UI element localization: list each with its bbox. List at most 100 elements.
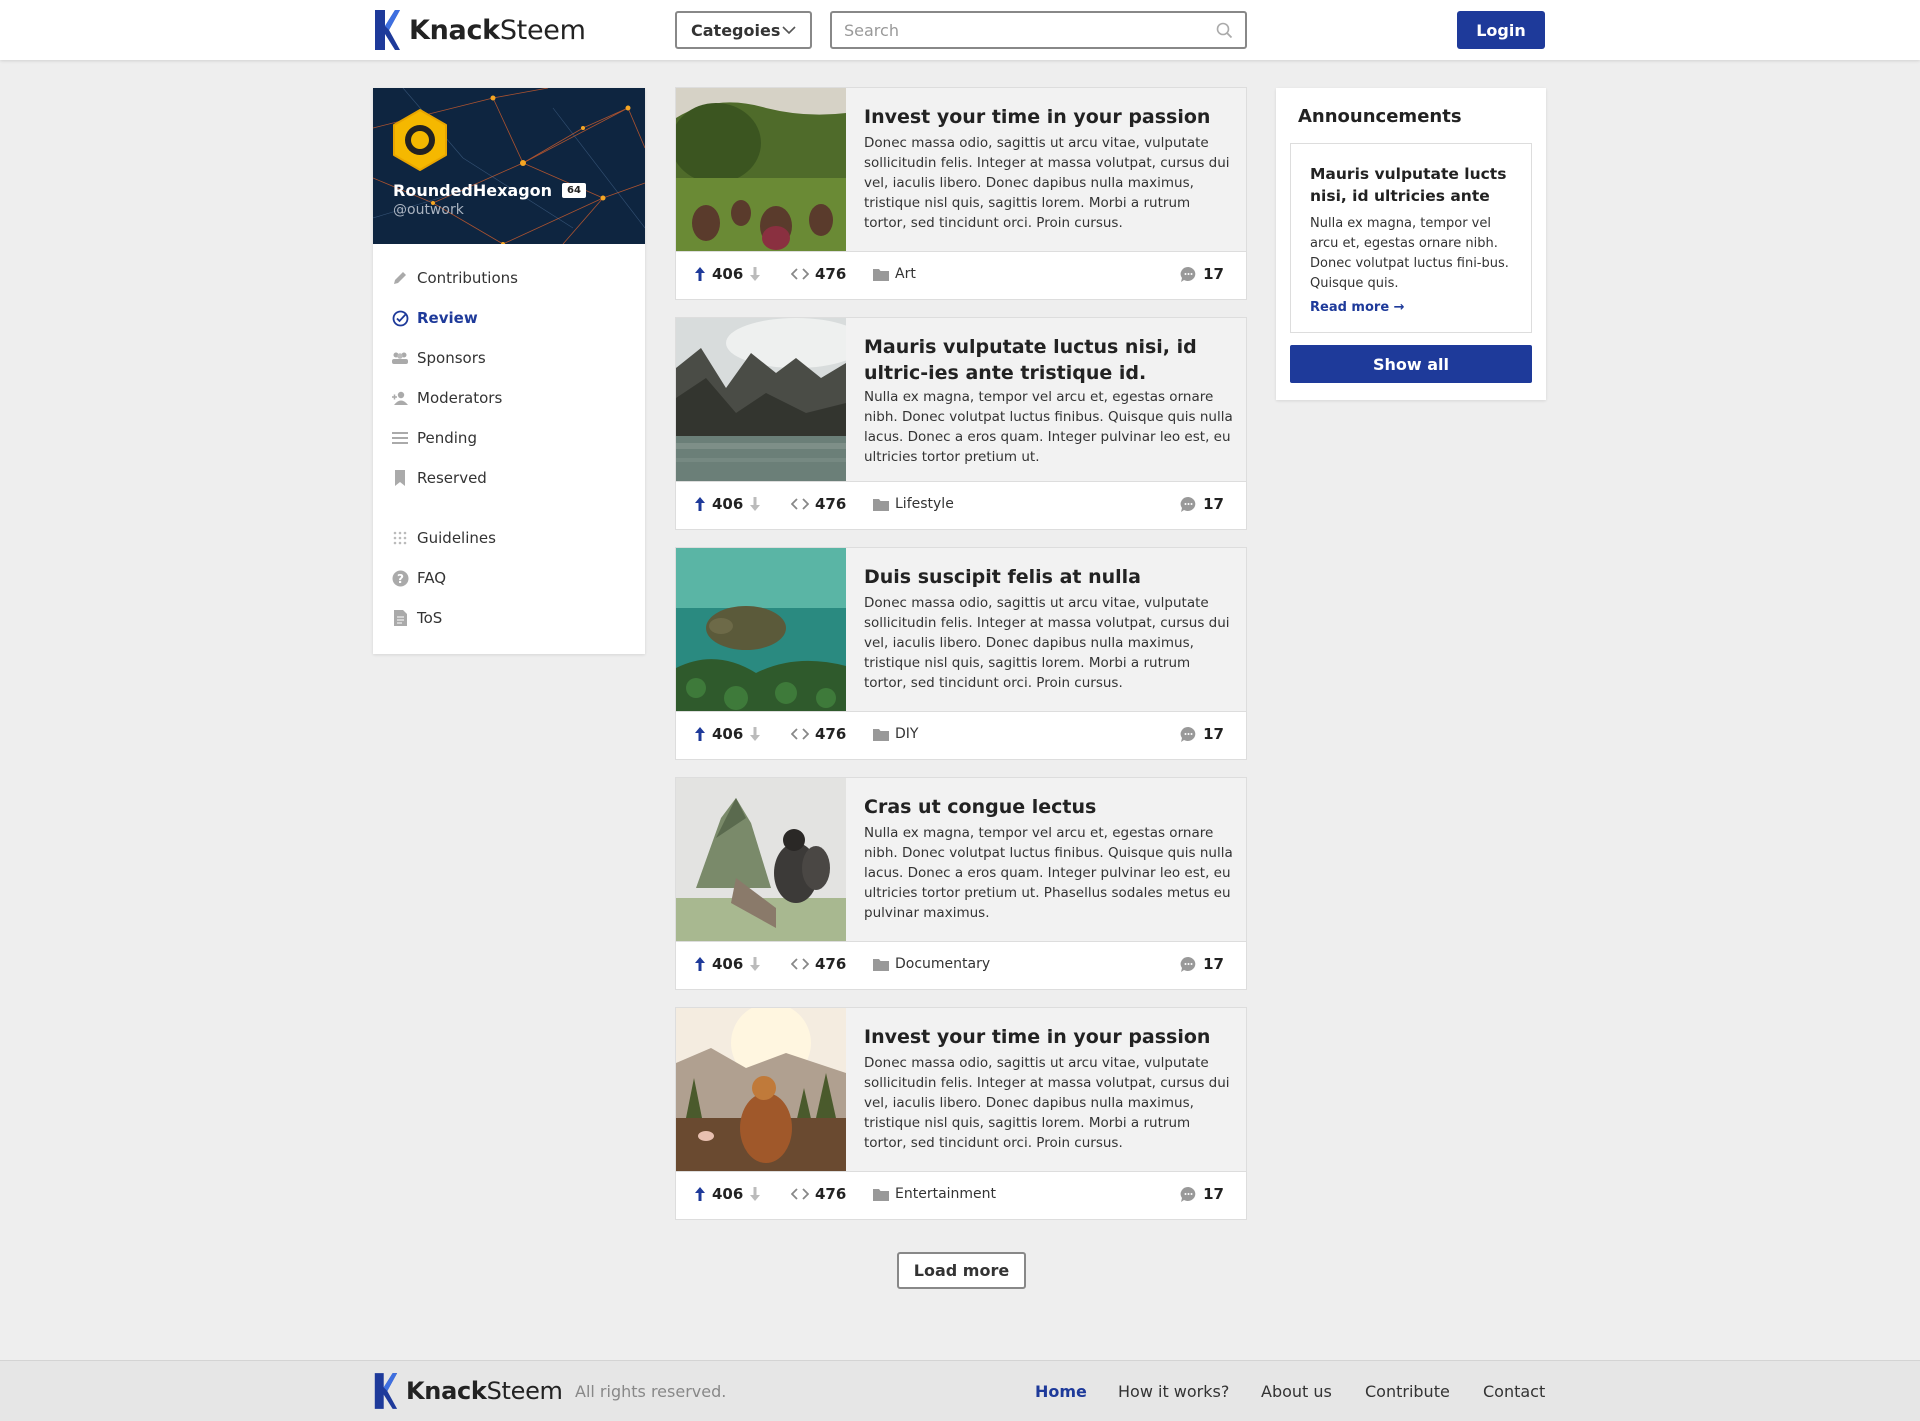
question-icon: ?: [391, 569, 409, 587]
vote-control: 406: [694, 955, 761, 973]
login-button[interactable]: Login: [1457, 11, 1545, 49]
footer-link-contribute[interactable]: Contribute: [1365, 1382, 1450, 1401]
resteem-count: 476: [815, 955, 847, 973]
post-card[interactable]: Duis suscipit felis at nulla Donec massa…: [676, 548, 1246, 759]
resteem-control[interactable]: 476: [791, 955, 846, 973]
post-title[interactable]: Invest your time in your passion: [864, 1024, 1234, 1050]
resteem-code-icon: [791, 268, 809, 280]
profile-name[interactable]: RoundedHexagon 64: [393, 181, 586, 200]
downvote-arrow-icon[interactable]: [749, 1186, 761, 1202]
post-excerpt: Nulla ex magna, tempor vel arcu et, eges…: [864, 389, 1233, 465]
read-more-link[interactable]: Read more →: [1310, 300, 1405, 315]
post-title[interactable]: Cras ut congue lectus: [864, 794, 1234, 820]
brand-logo[interactable]: KnackSteem: [373, 8, 586, 52]
load-more-button[interactable]: Load more: [897, 1252, 1026, 1289]
sidebar-item-faq[interactable]: ? FAQ: [391, 566, 446, 590]
announcement-item: Mauris vulputate lucts nisi, id ultricie…: [1290, 143, 1532, 333]
post-title[interactable]: Invest your time in your passion: [864, 104, 1234, 130]
resteem-control[interactable]: 476: [791, 265, 846, 283]
avatar[interactable]: [391, 108, 449, 172]
post-card[interactable]: Mauris vulputate luctus nisi, id ultric-…: [676, 318, 1246, 529]
footer-link-contact[interactable]: Contact: [1483, 1382, 1545, 1401]
search-box: [830, 11, 1247, 49]
resteem-control[interactable]: 476: [791, 725, 846, 743]
resteem-control[interactable]: 476: [791, 1185, 846, 1203]
footer-logo[interactable]: KnackSteem: [373, 1371, 563, 1411]
comment-bubble-icon: [1180, 726, 1196, 742]
post-category[interactable]: Art: [873, 266, 916, 282]
post-category[interactable]: Entertainment: [873, 1186, 996, 1202]
comments-control[interactable]: 17: [1180, 1185, 1224, 1203]
post-excerpt: Donec massa odio, sagittis ut arcu vitae…: [864, 1055, 1230, 1151]
post-card[interactable]: Cras ut congue lectus Nulla ex magna, te…: [676, 778, 1246, 989]
post-title[interactable]: Mauris vulputate luctus nisi, id ultric-…: [864, 334, 1234, 386]
comments-control[interactable]: 17: [1180, 955, 1224, 973]
upvote-arrow-icon[interactable]: [694, 496, 706, 512]
downvote-arrow-icon[interactable]: [749, 956, 761, 972]
post-thumbnail[interactable]: [676, 318, 846, 481]
category-label: Art: [895, 266, 916, 282]
announcements-title: Announcements: [1298, 106, 1462, 127]
post-thumbnail[interactable]: [676, 1008, 846, 1171]
post-thumbnail[interactable]: [676, 88, 846, 251]
upvote-arrow-icon[interactable]: [694, 1186, 706, 1202]
sidebar-item-moderators[interactable]: Moderators: [391, 386, 502, 410]
downvote-arrow-icon[interactable]: [749, 496, 761, 512]
footer-link-about-us[interactable]: About us: [1261, 1382, 1332, 1401]
upvote-arrow-icon[interactable]: [694, 956, 706, 972]
post-footer: 406 476 Art 17: [676, 251, 1246, 299]
category-label: Documentary: [895, 956, 991, 972]
sidebar-item-label: Sponsors: [417, 349, 486, 367]
comments-control[interactable]: 17: [1180, 725, 1224, 743]
post-title[interactable]: Duis suscipit felis at nulla: [864, 564, 1234, 590]
upvote-arrow-icon[interactable]: [694, 726, 706, 742]
post-card[interactable]: Invest your time in your passion Donec m…: [676, 88, 1246, 299]
search-icon[interactable]: [1216, 22, 1233, 39]
post-thumbnail[interactable]: [676, 548, 846, 711]
sidebar-item-pending[interactable]: Pending: [391, 426, 477, 450]
folder-icon: [873, 1188, 889, 1201]
resteem-control[interactable]: 476: [791, 495, 846, 513]
comments-control[interactable]: 17: [1180, 265, 1224, 283]
vote-count: 406: [712, 955, 744, 973]
knack-logo-icon: [375, 10, 400, 50]
sidebar-item-sponsors[interactable]: Sponsors: [391, 346, 486, 370]
folder-icon: [873, 268, 889, 281]
resteem-code-icon: [791, 958, 809, 970]
sidebar-item-tos[interactable]: ToS: [391, 606, 442, 630]
vote-control: 406: [694, 495, 761, 513]
footer-link-how-it-works[interactable]: How it works?: [1118, 1382, 1229, 1401]
profile-sidebar: RoundedHexagon 64 @outwork Contributions…: [373, 88, 645, 654]
vote-control: 406: [694, 265, 761, 283]
announcement-title[interactable]: Mauris vulputate lucts nisi, id ultricie…: [1310, 163, 1520, 207]
post-card[interactable]: Invest your time in your passion Donec m…: [676, 1008, 1246, 1219]
folder-icon: [873, 498, 889, 511]
post-category[interactable]: Documentary: [873, 956, 990, 972]
post-content: Duis suscipit felis at nulla Donec massa…: [676, 548, 1246, 711]
sidebar-item-reserved[interactable]: Reserved: [391, 466, 487, 490]
announcements-panel: Announcements Mauris vulputate lucts nis…: [1276, 88, 1546, 400]
downvote-arrow-icon[interactable]: [749, 266, 761, 282]
post-footer: 406 476 Lifestyle 17: [676, 481, 1246, 529]
profile-handle: @outwork: [393, 202, 464, 218]
comment-bubble-icon: [1180, 956, 1196, 972]
post-category[interactable]: Lifestyle: [873, 496, 954, 512]
categories-dropdown[interactable]: Categoies: [675, 11, 812, 49]
vote-control: 406: [694, 1185, 761, 1203]
sidebar-item-guidelines[interactable]: Guidelines: [391, 526, 496, 550]
comments-control[interactable]: 17: [1180, 495, 1224, 513]
upvote-arrow-icon[interactable]: [694, 266, 706, 282]
resteem-count: 476: [815, 1185, 847, 1203]
footer-link-home[interactable]: Home: [1035, 1382, 1087, 1401]
search-input[interactable]: [844, 13, 1214, 47]
post-thumbnail[interactable]: [676, 778, 846, 941]
show-all-button[interactable]: Show all: [1290, 345, 1532, 383]
sidebar-item-review[interactable]: Review: [391, 306, 478, 330]
post-excerpt: Nulla ex magna, tempor vel arcu et, eges…: [864, 825, 1233, 921]
profile-username: RoundedHexagon: [393, 181, 553, 200]
post-category[interactable]: DIY: [873, 726, 918, 742]
downvote-arrow-icon[interactable]: [749, 726, 761, 742]
vote-count: 406: [712, 1185, 744, 1203]
sidebar-item-label: Guidelines: [417, 529, 496, 547]
sidebar-item-contributions[interactable]: Contributions: [391, 266, 518, 290]
